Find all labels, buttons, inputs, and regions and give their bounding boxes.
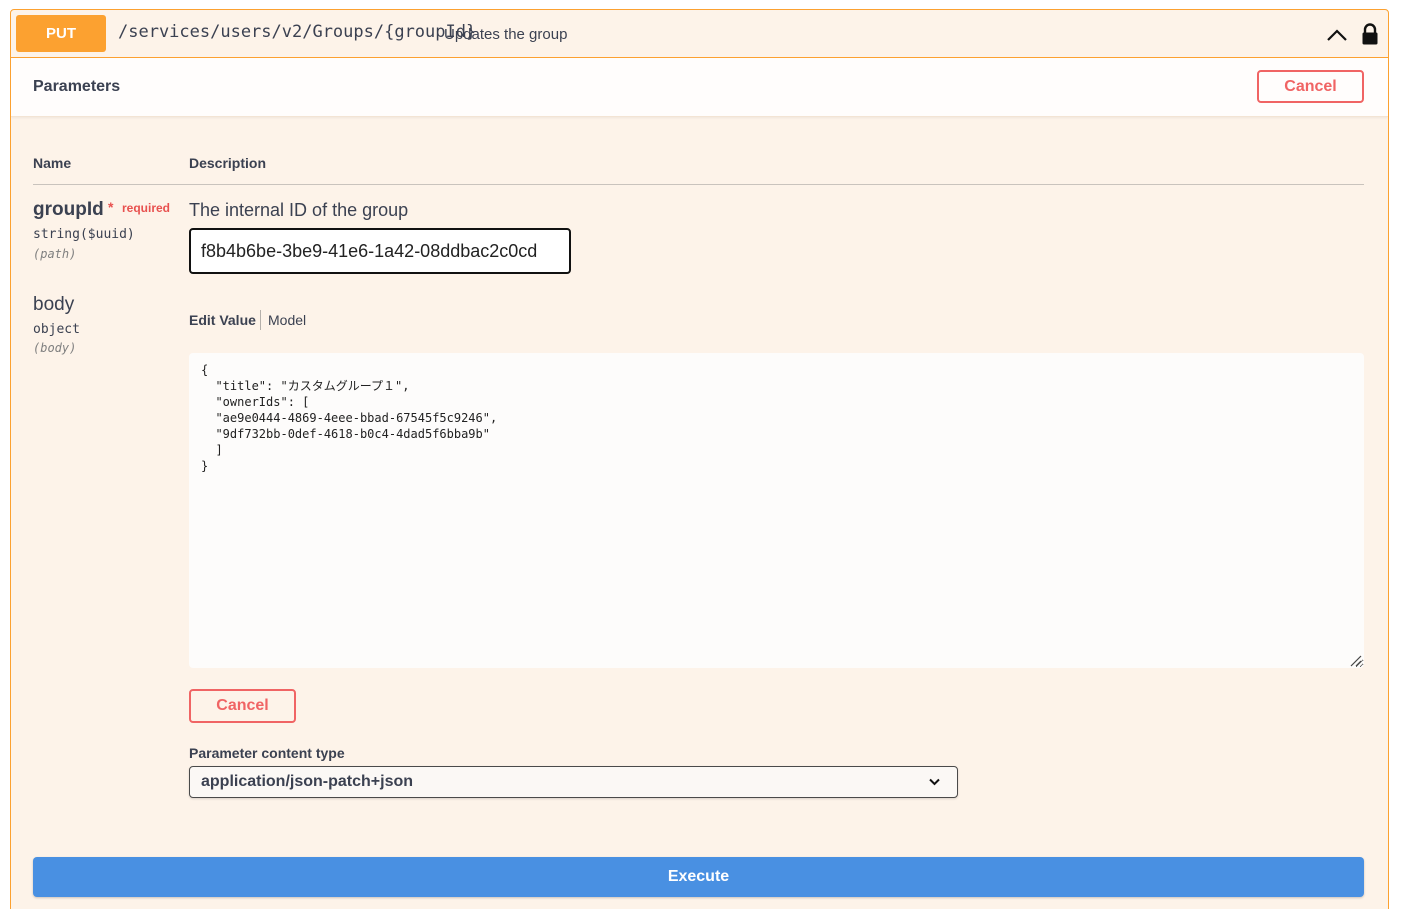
param-name-groupid: groupId xyxy=(33,199,104,220)
param-description-groupid: The internal ID of the group xyxy=(189,200,409,220)
required-label: required xyxy=(122,201,171,215)
tab-model[interactable]: Model xyxy=(268,312,306,328)
column-header-description: Description xyxy=(189,155,267,171)
content-type-select[interactable]: application/json-patch+json xyxy=(189,766,958,798)
param-type-groupid: string($uuid) xyxy=(33,227,135,242)
column-header-name: Name xyxy=(33,155,72,171)
tab-edit-value[interactable]: Edit Value xyxy=(189,312,256,328)
cancel-body-button[interactable]: Cancel xyxy=(189,689,296,723)
lock-icon[interactable] xyxy=(1360,23,1380,45)
header-divider xyxy=(33,184,1364,185)
required-star: * xyxy=(108,199,114,215)
parameters-title: Parameters xyxy=(33,78,121,95)
parameters-header: Parameters Cancel xyxy=(11,58,1388,117)
tab-divider xyxy=(260,310,261,330)
resize-grip-icon[interactable] xyxy=(1350,655,1362,667)
execute-button[interactable]: Execute xyxy=(33,857,1364,897)
chevron-up-icon[interactable] xyxy=(1325,25,1349,45)
operation-description: Updates the group xyxy=(444,26,568,43)
content-type-label: Parameter content type xyxy=(189,745,345,761)
operation-summary[interactable]: PUT /services/users/v2/Groups/{groupId} … xyxy=(11,10,1388,58)
param-name-body: body xyxy=(33,294,75,315)
content-type-value: application/json-patch+json xyxy=(201,773,414,790)
param-in-body: (body) xyxy=(33,341,77,355)
param-type-body: object xyxy=(33,322,80,337)
http-method-badge: PUT xyxy=(16,15,106,52)
cancel-try-out-button[interactable]: Cancel xyxy=(1257,70,1364,103)
body-json-editor[interactable]: { "title": "カスタムグループ１", "ownerIds": [ "a… xyxy=(189,353,1364,668)
groupid-input[interactable] xyxy=(189,228,571,274)
chevron-down-icon xyxy=(929,778,940,786)
operation-block-put: PUT /services/users/v2/Groups/{groupId} … xyxy=(10,9,1389,909)
endpoint-path: /services/users/v2/Groups/{groupId} xyxy=(118,22,477,42)
param-in-groupid: (path) xyxy=(33,247,77,261)
